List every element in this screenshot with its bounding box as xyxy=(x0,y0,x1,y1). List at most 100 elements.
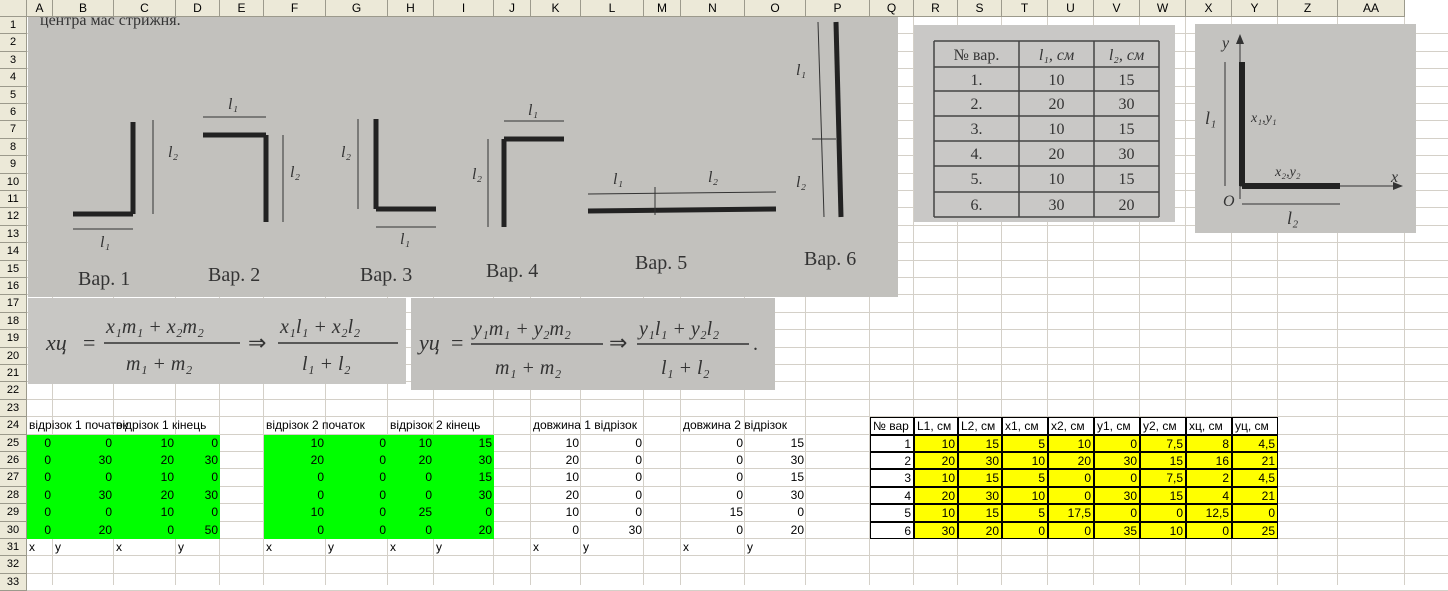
row-header-9[interactable]: 9 xyxy=(0,156,27,174)
axis-letter-cell[interactable]: x xyxy=(27,539,53,556)
column-header-j[interactable]: J xyxy=(494,0,531,17)
column-header-c[interactable]: C xyxy=(114,0,176,17)
result-cell[interactable]: 30 xyxy=(1094,486,1140,505)
result-cell[interactable]: 0 xyxy=(1094,469,1140,487)
result-cell[interactable]: 12,5 xyxy=(1186,504,1232,522)
row-header-19[interactable]: 19 xyxy=(0,330,27,348)
result-header-cell[interactable]: L1, см xyxy=(914,417,958,435)
length-cell[interactable]: 15 xyxy=(745,435,806,452)
length-cell[interactable]: 10 xyxy=(531,469,581,486)
column-header-t[interactable]: T xyxy=(1002,0,1048,17)
green2-cell[interactable]: 0 xyxy=(388,469,434,487)
row-header-30[interactable]: 30 xyxy=(0,521,27,539)
header-len1[interactable]: довжина 1 відрізок xyxy=(531,417,644,434)
green1-cell[interactable]: 30 xyxy=(176,452,220,470)
green2-cell[interactable]: 0 xyxy=(388,486,434,505)
column-header-s[interactable]: S xyxy=(958,0,1002,17)
result-cell[interactable]: 4 xyxy=(1186,486,1232,505)
result-cell[interactable]: 5 xyxy=(1002,469,1048,487)
length-cell[interactable]: 10 xyxy=(531,504,581,521)
green1-cell[interactable]: 20 xyxy=(114,486,176,505)
result-cell[interactable]: 0 xyxy=(1140,504,1186,522)
row-header-31[interactable]: 31 xyxy=(0,539,27,557)
row-header-28[interactable]: 28 xyxy=(0,486,27,505)
length-cell[interactable]: 30 xyxy=(745,452,806,469)
green1-cell[interactable]: 0 xyxy=(53,504,114,522)
length-cell[interactable]: 0 xyxy=(581,435,644,452)
green2-cell[interactable]: 0 xyxy=(326,521,388,539)
result-cell[interactable]: 35 xyxy=(1094,521,1140,539)
green1-cell[interactable]: 0 xyxy=(27,521,53,539)
length-cell[interactable]: 30 xyxy=(745,487,806,504)
result-cell[interactable]: 25 xyxy=(1232,521,1278,539)
row-header-14[interactable]: 14 xyxy=(0,243,27,261)
result-cell[interactable]: 15 xyxy=(958,504,1002,522)
length-cell[interactable]: 30 xyxy=(581,522,644,539)
green1-cell[interactable]: 0 xyxy=(53,434,114,452)
column-header-i[interactable]: I xyxy=(434,0,494,17)
length-cell[interactable]: 20 xyxy=(745,522,806,539)
header-seg2-end[interactable]: відрізок 2 кінець xyxy=(388,417,494,434)
green2-cell[interactable]: 0 xyxy=(264,486,326,505)
green1-cell[interactable]: 0 xyxy=(53,469,114,487)
column-header-r[interactable]: R xyxy=(914,0,958,17)
length-cell[interactable]: 20 xyxy=(531,452,581,469)
result-cell[interactable]: 15 xyxy=(958,434,1002,452)
result-cell[interactable]: 17,5 xyxy=(1048,504,1094,522)
result-cell[interactable]: 5 xyxy=(870,504,914,522)
result-cell[interactable]: 21 xyxy=(1232,486,1278,505)
axis-letter-cell[interactable]: y xyxy=(581,539,644,556)
green2-cell[interactable]: 20 xyxy=(434,521,494,539)
green1-cell[interactable]: 10 xyxy=(114,434,176,452)
green2-cell[interactable]: 0 xyxy=(326,486,388,505)
result-cell[interactable]: 3 xyxy=(870,469,914,487)
green2-cell[interactable]: 0 xyxy=(326,504,388,522)
column-header-m[interactable]: M xyxy=(644,0,681,17)
result-cell[interactable]: 30 xyxy=(958,486,1002,505)
row-header-32[interactable]: 32 xyxy=(0,556,27,574)
column-header-x[interactable]: X xyxy=(1186,0,1232,17)
result-cell[interactable]: 0 xyxy=(1048,521,1094,539)
green1-cell[interactable]: 0 xyxy=(27,434,53,452)
axis-letter-cell[interactable]: y xyxy=(745,539,806,556)
length-cell[interactable]: 0 xyxy=(681,487,745,504)
green1-cell[interactable]: 30 xyxy=(53,452,114,470)
result-cell[interactable]: 30 xyxy=(914,521,958,539)
row-header-17[interactable]: 17 xyxy=(0,295,27,313)
green1-cell[interactable]: 30 xyxy=(176,486,220,505)
column-header-a[interactable]: A xyxy=(27,0,53,17)
row-header-13[interactable]: 13 xyxy=(0,225,27,244)
result-cell[interactable]: 4,5 xyxy=(1232,434,1278,452)
result-cell[interactable]: 0 xyxy=(1048,469,1094,487)
row-header-11[interactable]: 11 xyxy=(0,191,27,209)
result-cell[interactable]: 15 xyxy=(1140,486,1186,505)
column-header-f[interactable]: F xyxy=(264,0,326,17)
result-cell[interactable]: 10 xyxy=(914,469,958,487)
column-header-k[interactable]: K xyxy=(531,0,581,17)
result-cell[interactable]: 20 xyxy=(958,521,1002,539)
column-header-b[interactable]: B xyxy=(53,0,114,17)
axis-letter-cell[interactable]: y xyxy=(326,539,388,556)
result-cell[interactable]: 15 xyxy=(958,469,1002,487)
result-cell[interactable]: 7,5 xyxy=(1140,434,1186,452)
row-header-33[interactable]: 33 xyxy=(0,573,27,591)
row-header-22[interactable]: 22 xyxy=(0,382,27,400)
length-cell[interactable]: 15 xyxy=(681,504,745,521)
column-header-y[interactable]: Y xyxy=(1232,0,1278,17)
result-header-cell[interactable]: № вар xyxy=(870,417,914,435)
result-cell[interactable]: 20 xyxy=(914,452,958,470)
row-header-18[interactable]: 18 xyxy=(0,312,27,331)
result-cell[interactable]: 5 xyxy=(1002,504,1048,522)
result-cell[interactable]: 20 xyxy=(914,486,958,505)
green1-cell[interactable]: 0 xyxy=(27,486,53,505)
length-cell[interactable]: 0 xyxy=(681,452,745,469)
result-cell[interactable]: 0 xyxy=(1232,504,1278,522)
row-header-26[interactable]: 26 xyxy=(0,452,27,470)
result-cell[interactable]: 16 xyxy=(1186,452,1232,470)
green2-cell[interactable]: 15 xyxy=(434,434,494,452)
green1-cell[interactable]: 0 xyxy=(27,504,53,522)
header-seg1-start[interactable]: відрізок 1 початок xyxy=(27,417,128,434)
column-header-l[interactable]: L xyxy=(581,0,644,17)
column-header-q[interactable]: Q xyxy=(870,0,914,17)
result-cell[interactable]: 10 xyxy=(1140,521,1186,539)
